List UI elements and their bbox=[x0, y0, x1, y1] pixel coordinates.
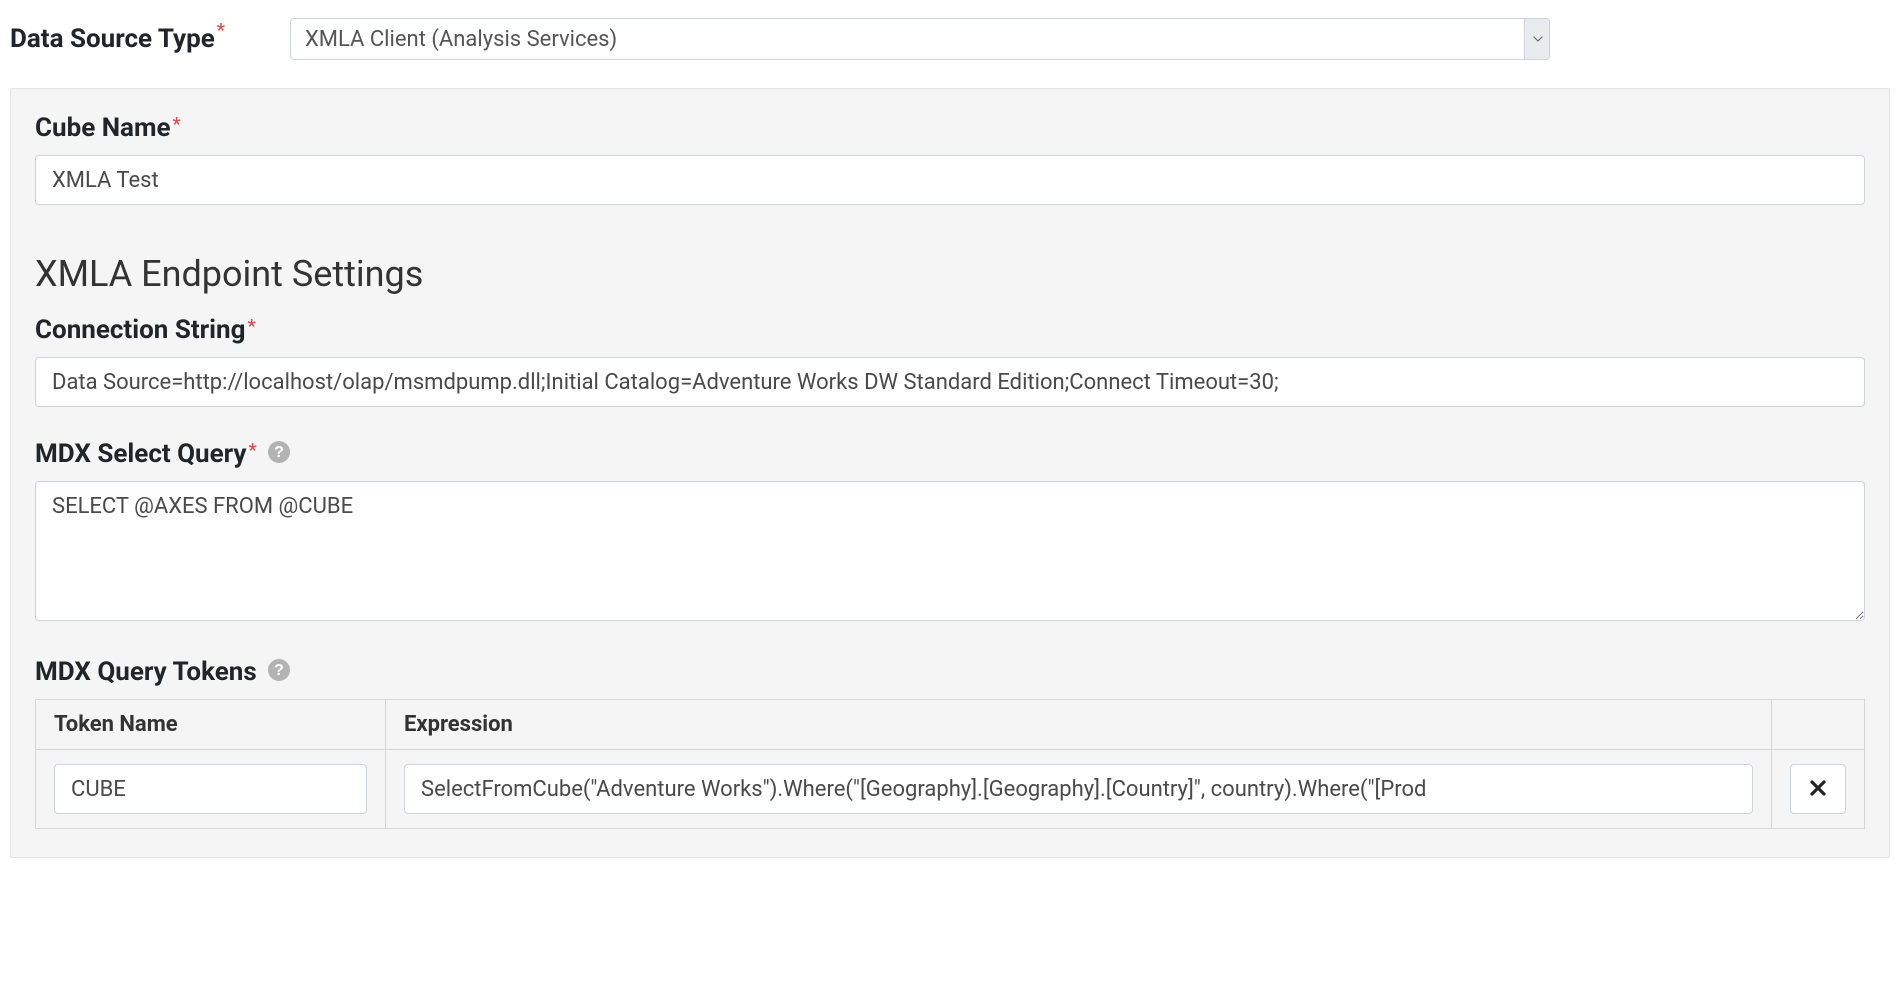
close-icon bbox=[1808, 778, 1828, 801]
connection-string-field: Connection String * bbox=[35, 315, 1865, 407]
svg-text:?: ? bbox=[274, 444, 284, 461]
token-name-input[interactable] bbox=[54, 764, 367, 814]
connection-string-input[interactable] bbox=[35, 357, 1865, 407]
cube-name-field: Cube Name * bbox=[35, 113, 1865, 205]
mdx-select-query-label-text: MDX Select Query bbox=[35, 439, 247, 469]
help-icon[interactable]: ? bbox=[267, 658, 291, 682]
table-row bbox=[36, 750, 1865, 829]
tokens-header-expr: Expression bbox=[386, 700, 1772, 750]
tokens-header-name: Token Name bbox=[36, 700, 386, 750]
tokens-header-action bbox=[1772, 700, 1865, 750]
required-asterisk: * bbox=[247, 316, 255, 337]
cube-name-label: Cube Name * bbox=[35, 113, 1865, 143]
mdx-query-tokens-table: Token Name Expression bbox=[35, 699, 1865, 829]
mdx-query-tokens-field: MDX Query Tokens ? Token Name Expression bbox=[35, 657, 1865, 829]
mdx-query-tokens-label: MDX Query Tokens ? bbox=[35, 657, 1865, 687]
xmla-endpoint-settings-heading: XMLA Endpoint Settings bbox=[35, 253, 1865, 295]
data-source-type-select[interactable]: XMLA Client (Analysis Services) bbox=[290, 18, 1550, 60]
required-asterisk: * bbox=[217, 20, 225, 41]
mdx-select-query-label: MDX Select Query * ? bbox=[35, 439, 1865, 469]
cube-name-label-text: Cube Name bbox=[35, 113, 171, 143]
data-source-type-label: Data Source Type * bbox=[10, 24, 290, 54]
cube-name-input[interactable] bbox=[35, 155, 1865, 205]
help-icon[interactable]: ? bbox=[267, 440, 291, 464]
svg-text:?: ? bbox=[274, 662, 284, 679]
connection-string-label-text: Connection String bbox=[35, 315, 245, 345]
connection-string-label: Connection String * bbox=[35, 315, 1865, 345]
token-expression-input[interactable] bbox=[404, 764, 1753, 814]
data-source-type-label-text: Data Source Type bbox=[10, 24, 215, 54]
data-source-type-select-wrap: XMLA Client (Analysis Services) bbox=[290, 18, 1550, 60]
required-asterisk: * bbox=[173, 114, 181, 135]
mdx-select-query-textarea[interactable] bbox=[35, 481, 1865, 621]
mdx-query-tokens-label-text: MDX Query Tokens bbox=[35, 657, 257, 687]
required-asterisk: * bbox=[249, 440, 257, 461]
settings-panel: Cube Name * XMLA Endpoint Settings Conne… bbox=[10, 88, 1890, 858]
mdx-select-query-field: MDX Select Query * ? bbox=[35, 439, 1865, 625]
delete-row-button[interactable] bbox=[1790, 764, 1846, 814]
data-source-type-row: Data Source Type * XMLA Client (Analysis… bbox=[10, 18, 1892, 60]
